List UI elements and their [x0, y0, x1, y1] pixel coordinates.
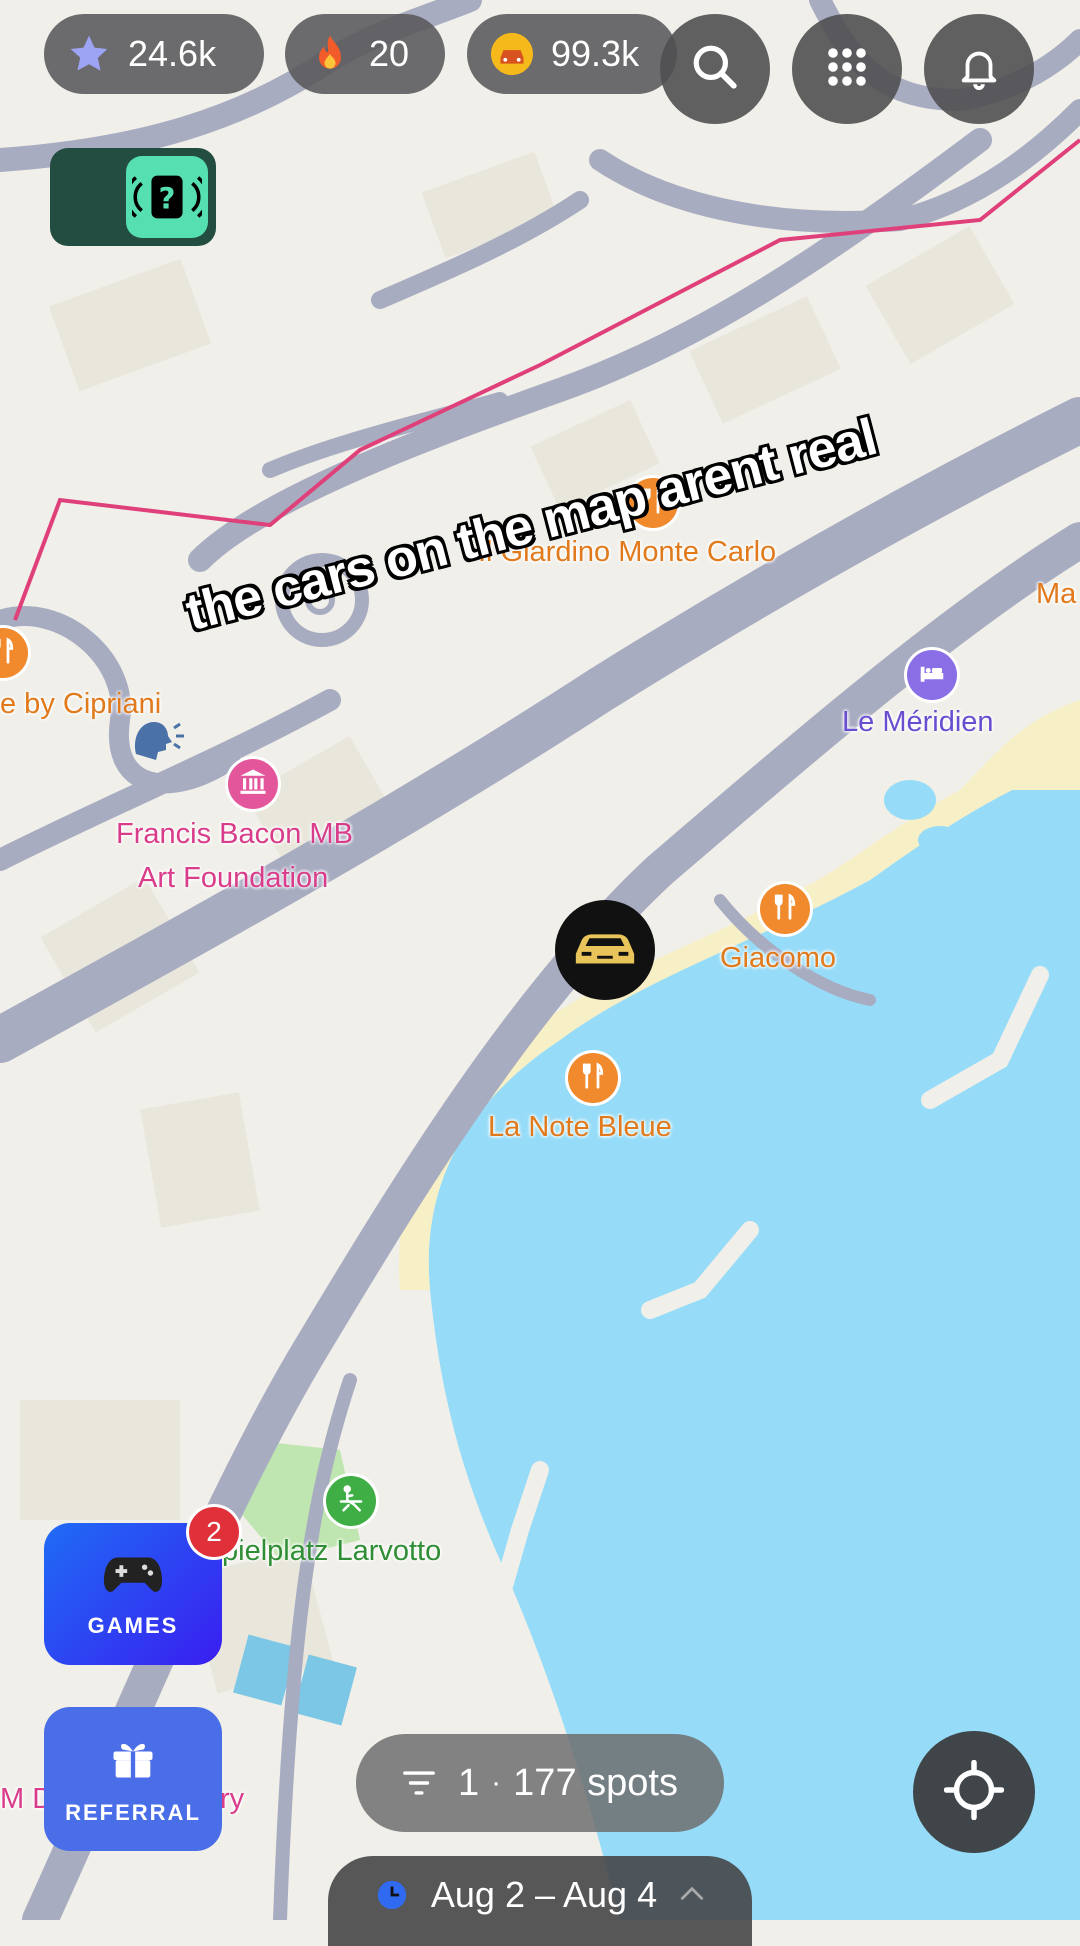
clock-icon [375, 1878, 409, 1912]
search-button[interactable] [660, 14, 770, 124]
museum-icon [238, 767, 268, 802]
poi-label-meridien: Le Méridien [842, 706, 994, 738]
svg-text:?: ? [159, 182, 176, 216]
playground-poi-larvotto[interactable] [326, 1476, 376, 1526]
referral-label: REFERRAL [65, 1800, 201, 1825]
stars-value: 24.6k [128, 33, 217, 74]
star-icon [66, 31, 112, 77]
referral-button[interactable]: REFERRAL [44, 1707, 222, 1851]
date-range-selector[interactable]: Aug 2 – Aug 4 [328, 1856, 752, 1946]
stars-counter[interactable]: 24.6k [44, 14, 264, 94]
speaking-head-icon [128, 714, 184, 764]
spots-filter-pill[interactable]: 1 · 177 spots [356, 1734, 724, 1832]
fork-knife-icon [770, 892, 800, 927]
locate-me-button[interactable] [913, 1731, 1035, 1853]
car-marker[interactable] [555, 900, 655, 1000]
notifications-button[interactable] [924, 14, 1034, 124]
crosshair-icon [943, 1759, 1005, 1825]
menu-button[interactable] [792, 14, 902, 124]
museum-poi-bacon[interactable] [228, 759, 278, 809]
poi-label-ma: Ma [1036, 578, 1077, 610]
poi-label-giacomo: Giacomo [720, 942, 837, 974]
games-label: GAMES [87, 1613, 179, 1638]
fork-knife-icon [0, 636, 18, 671]
bed-icon [917, 658, 947, 693]
poi-label-bacon-2: Art Foundation [138, 862, 329, 894]
chevron-up-icon [679, 1884, 705, 1902]
spots-separator: · [491, 1766, 502, 1799]
poi-label-bacon-1: Francis Bacon MB [116, 818, 353, 850]
games-badge: 2 [189, 1507, 239, 1557]
fire-icon [307, 31, 353, 77]
streak-counter[interactable]: 20 [285, 14, 445, 94]
coins-counter[interactable]: 99.3k [467, 14, 677, 94]
date-range-text: Aug 2 – Aug 4 [430, 1874, 658, 1915]
search-icon [690, 42, 740, 97]
mystery-box-button[interactable]: ? [50, 148, 216, 246]
car-icon [570, 923, 640, 978]
filter-count: 1 [458, 1761, 480, 1804]
coin-car-icon [489, 31, 535, 77]
bell-icon [956, 44, 1002, 95]
poi-label-ry: ry [220, 1783, 245, 1815]
coins-value: 99.3k [551, 33, 640, 74]
fork-knife-icon [578, 1061, 608, 1096]
poi-label-note-bleue: La Note Bleue [488, 1111, 672, 1143]
spots-count: 177 spots [513, 1761, 678, 1804]
gamepad-icon [102, 1549, 164, 1603]
streak-value: 20 [369, 33, 410, 74]
hotel-poi-meridien[interactable] [907, 650, 957, 700]
playground-icon [336, 1484, 366, 1519]
filter-icon [402, 1768, 436, 1798]
poi-label-spielplatz: pielplatz Larvotto [222, 1535, 442, 1567]
mystery-box-icon: ? [126, 156, 208, 238]
grid-menu-icon [823, 43, 871, 96]
gift-icon [107, 1732, 159, 1790]
restaurant-poi-note-bleue[interactable] [568, 1053, 618, 1103]
restaurant-poi-giacomo[interactable] [760, 884, 810, 934]
